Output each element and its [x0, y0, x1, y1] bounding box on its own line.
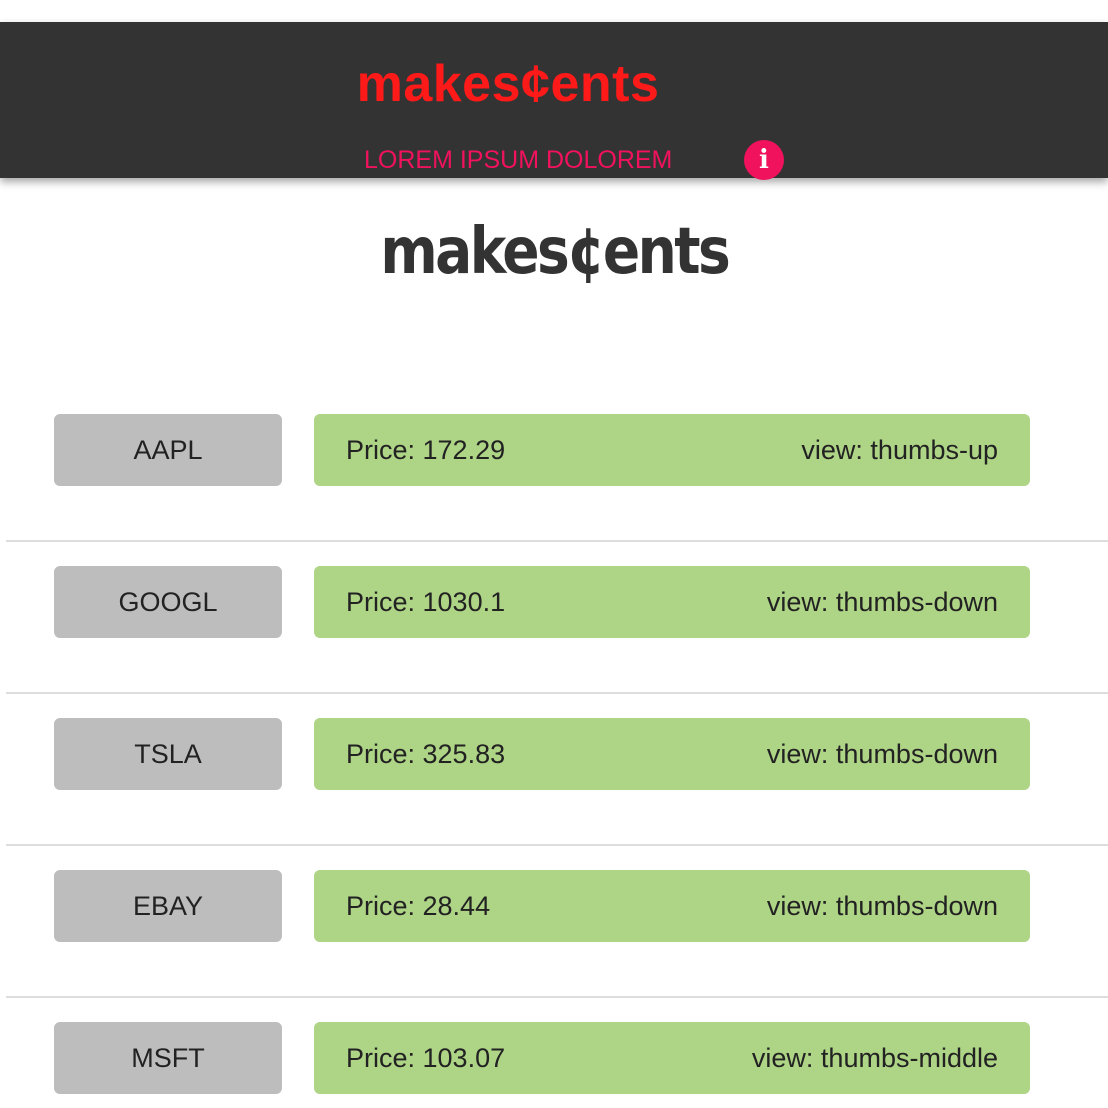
symbol-button[interactable]: GOOGL — [54, 566, 282, 638]
view-label: view: thumbs-down — [766, 891, 998, 921]
price-label: Price: 1030.1 — [346, 587, 506, 617]
stock-row-tsla: TSLA Price: 325.83 view: thumbs-down — [0, 694, 1108, 846]
top-strip — [0, 0, 1108, 22]
stock-row-ebay: EBAY Price: 28.44 view: thumbs-down — [0, 846, 1108, 998]
header-nav: LOREM IPSUM DOLOREM i — [0, 140, 1108, 180]
stock-list: AAPL Price: 172.29 view: thumbs-up GOOGL… — [0, 390, 1108, 1108]
quote-card[interactable]: Price: 172.29 view: thumbs-up — [314, 414, 1030, 486]
quote-card[interactable]: Price: 28.44 view: thumbs-down — [314, 870, 1030, 942]
stock-row-googl: GOOGL Price: 1030.1 view: thumbs-down — [0, 542, 1108, 694]
view-label: view: thumbs-down — [766, 587, 998, 617]
price-label: Price: 325.83 — [346, 739, 506, 769]
price-label: Price: 103.07 — [346, 1043, 506, 1073]
quote-card[interactable]: Price: 1030.1 view: thumbs-down — [314, 566, 1030, 638]
symbol-button[interactable]: TSLA — [54, 718, 282, 790]
price-label: Price: 28.44 — [346, 891, 491, 921]
app-header: makes¢ents LOREM IPSUM DOLOREM i — [0, 22, 1108, 180]
view-label: view: thumbs-middle — [751, 1043, 998, 1073]
symbol-button[interactable]: AAPL — [54, 414, 282, 486]
symbol-button[interactable]: EBAY — [54, 870, 282, 942]
quote-card[interactable]: Price: 103.07 view: thumbs-middle — [314, 1022, 1030, 1094]
symbol-button[interactable]: MSFT — [54, 1022, 282, 1094]
stock-row-aapl: AAPL Price: 172.29 view: thumbs-up — [0, 390, 1108, 542]
quote-card[interactable]: Price: 325.83 view: thumbs-down — [314, 718, 1030, 790]
info-icon[interactable]: i — [744, 140, 784, 180]
view-label: view: thumbs-down — [766, 739, 998, 769]
page-title: makes¢ents — [380, 215, 730, 289]
nav-link-lorem[interactable]: LOREM IPSUM DOLOREM — [364, 140, 694, 180]
header-logo[interactable]: makes¢ents — [0, 54, 1016, 114]
stock-row-msft: MSFT Price: 103.07 view: thumbs-middle — [0, 998, 1108, 1108]
app-page: makes¢ents LOREM IPSUM DOLOREM i makes¢e… — [0, 0, 1108, 1108]
price-label: Price: 172.29 — [346, 435, 506, 465]
view-label: view: thumbs-up — [801, 435, 998, 465]
